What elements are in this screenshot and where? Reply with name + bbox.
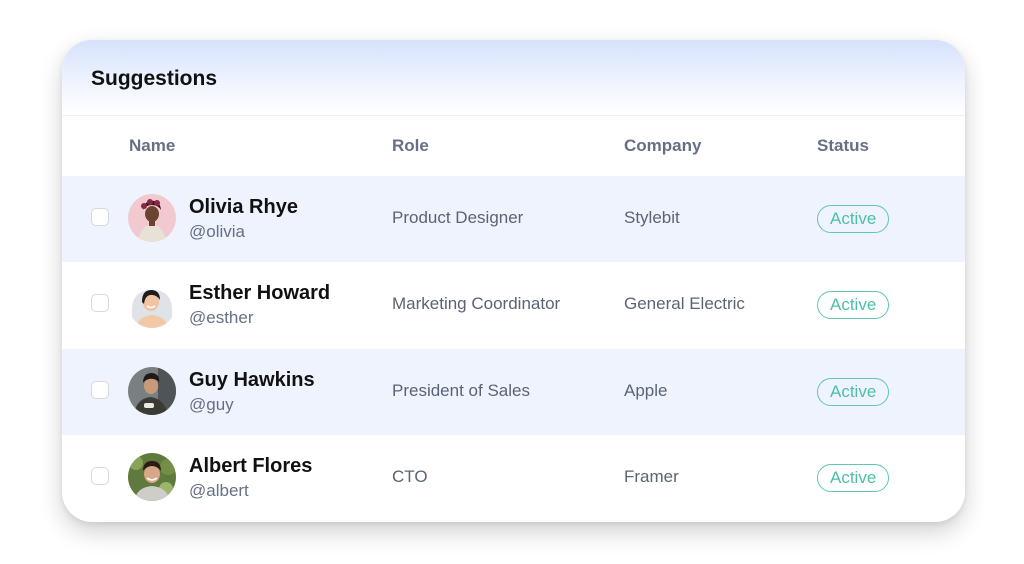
column-header-name[interactable]: Name: [129, 136, 175, 156]
row-checkbox[interactable]: [91, 467, 109, 485]
table-row[interactable]: Olivia Rhye @olivia Product Designer Sty…: [62, 176, 965, 262]
user-handle: @olivia: [189, 222, 245, 241]
avatar: [128, 280, 176, 328]
row-checkbox[interactable]: [91, 294, 109, 312]
row-checkbox[interactable]: [91, 381, 109, 399]
user-name: Olivia Rhye: [189, 196, 298, 218]
row-checkbox[interactable]: [91, 208, 109, 226]
user-role: President of Sales: [392, 381, 530, 400]
card-header: Suggestions: [62, 40, 965, 116]
user-role: CTO: [392, 467, 428, 486]
table-header: Name Role Company Status: [62, 116, 965, 176]
user-name: Guy Hawkins: [189, 369, 315, 391]
status-badge: Active: [817, 291, 890, 319]
avatar: [128, 194, 176, 242]
table-row[interactable]: Guy Hawkins @guy President of Sales Appl…: [62, 349, 965, 435]
status-badge: Active: [817, 378, 890, 406]
user-name: Albert Flores: [189, 455, 313, 477]
table-row[interactable]: Esther Howard @esther Marketing Coordina…: [62, 262, 965, 348]
column-header-company[interactable]: Company: [624, 136, 701, 156]
user-company: General Electric: [624, 294, 745, 313]
avatar: [128, 453, 176, 501]
user-company: Apple: [624, 381, 668, 400]
user-role: Marketing Coordinator: [392, 294, 561, 313]
status-badge: Active: [817, 205, 890, 233]
table-row[interactable]: Albert Flores @albert CTO Framer Active: [62, 435, 965, 521]
user-handle: @esther: [189, 308, 254, 327]
column-header-role[interactable]: Role: [392, 136, 429, 156]
column-header-status[interactable]: Status: [817, 136, 869, 156]
user-company: Stylebit: [624, 208, 680, 227]
user-handle: @guy: [189, 395, 234, 414]
user-handle: @albert: [189, 481, 249, 500]
card-title: Suggestions: [91, 67, 218, 90]
suggestions-card: Suggestions Name Role Company Status Oli…: [62, 40, 965, 522]
user-name: Esther Howard: [189, 282, 331, 304]
status-badge: Active: [817, 464, 890, 492]
user-role: Product Designer: [392, 208, 524, 227]
avatar: [128, 367, 176, 415]
user-company: Framer: [624, 467, 679, 486]
